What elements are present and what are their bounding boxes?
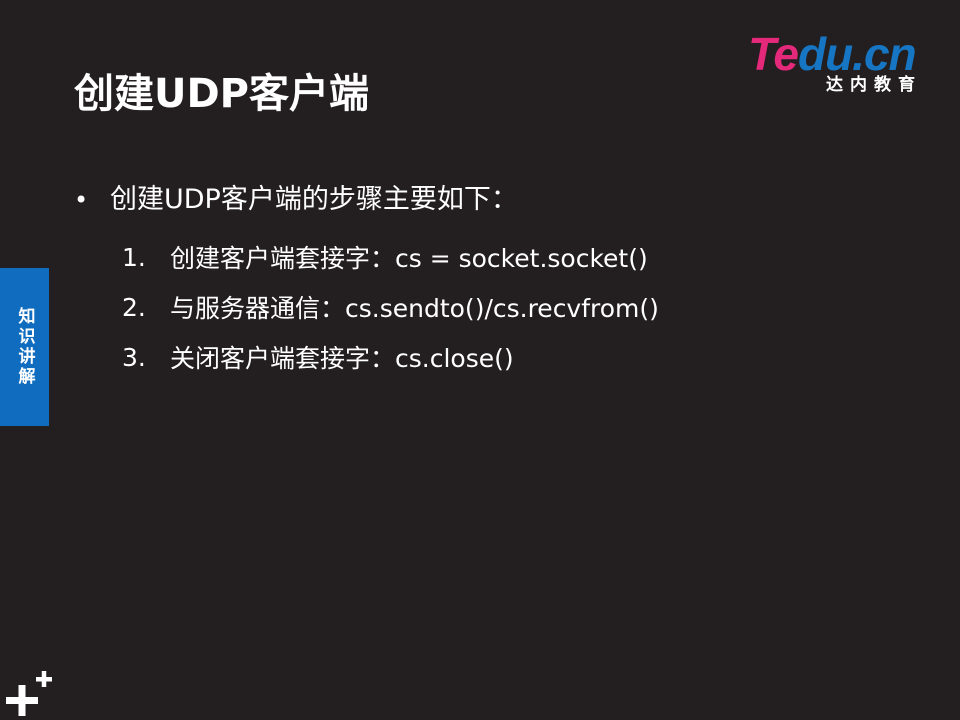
steps-list: 1. 创建客户端套接字：cs = socket.socket() 2. 与服务器… [122, 232, 659, 382]
bullet-marker: • [74, 186, 89, 214]
step-item: 2. 与服务器通信：cs.sendto()/cs.recvfrom() [122, 282, 659, 332]
side-tab-knowledge: 知识讲解 [0, 268, 49, 426]
step-item: 3. 关闭客户端套接字：cs.close() [122, 332, 659, 382]
side-tab-label: 知识讲解 [14, 307, 35, 387]
logo-brand-text: Tedu.cn [748, 28, 916, 78]
step-item: 1. 创建客户端套接字：cs = socket.socket() [122, 232, 659, 282]
step-number: 3. [122, 342, 146, 372]
bullet-item: • 创建UDP客户端的步骤主要如下： [74, 180, 518, 220]
step-text: 与服务器通信：cs.sendto()/cs.recvfrom() [170, 294, 659, 323]
step-text: 关闭客户端套接字：cs.close() [170, 344, 514, 373]
logo-subtitle: 达内教育 [826, 75, 922, 95]
plus-plus-icon [6, 670, 52, 716]
bullet-text: 创建UDP客户端的步骤主要如下： [110, 184, 518, 215]
step-number: 2. [122, 292, 146, 322]
slide-title: 创建UDP客户端 [74, 71, 369, 117]
tedu-logo-mark: Tedu.cn [748, 28, 917, 78]
step-number: 1. [122, 242, 146, 272]
slide: 创建UDP客户端 Tedu.cn 达内教育 知识讲解 • 创建UDP客户端的步骤… [0, 0, 960, 720]
step-text: 创建客户端套接字：cs = socket.socket() [170, 244, 648, 273]
